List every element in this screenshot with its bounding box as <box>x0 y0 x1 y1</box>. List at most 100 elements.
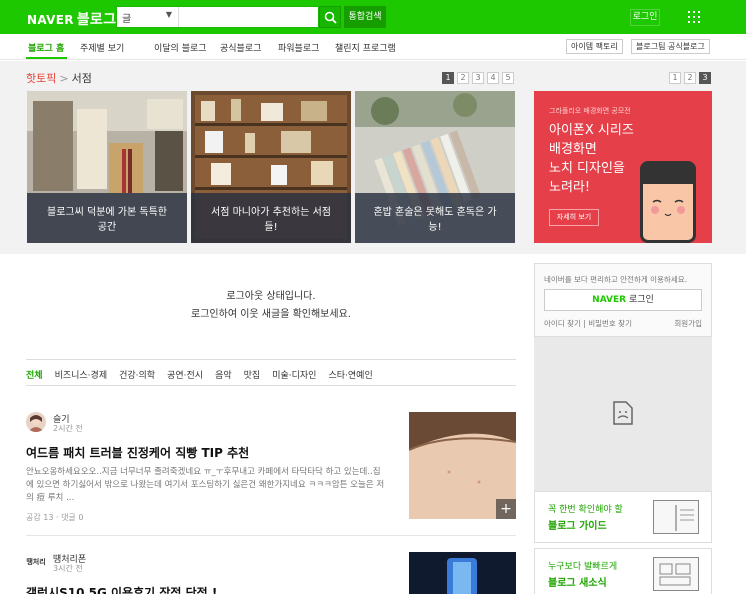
active-tab-indicator <box>26 57 67 59</box>
find-password-link[interactable]: 비밀번호 찾기 <box>588 319 632 328</box>
category-music[interactable]: 음악 <box>215 371 232 381</box>
card-caption: 혼밥 혼술은 못해도 혼독은 가능! <box>355 193 515 243</box>
page-1[interactable]: 1 <box>442 72 454 84</box>
ad-headline: 아이폰X 시리즈 배경화면 노치 디자인을 노려라! <box>549 121 634 197</box>
login-description: 네이버를 보다 편리하고 안전하게 이용하세요. <box>544 275 688 284</box>
divider <box>26 535 516 536</box>
news-line-1: 누구보다 발빠르게 <box>548 562 618 572</box>
logo-blog: 블로그 <box>76 12 117 28</box>
hot-topic-label[interactable]: 핫토픽 <box>26 72 56 85</box>
ad-page-3[interactable]: 3 <box>699 72 711 84</box>
post-title[interactable]: 여드름 패치 트러블 진정케어 직빵 TIP 추천 <box>26 444 249 461</box>
post-excerpt[interactable]: 안뇨오옹하세요오오..지금 너무너무 졸려죽겠네요 ㅠ_ㅜ후무내고 카페에서 타… <box>26 466 386 505</box>
ad-line-3: 노치 디자인을 <box>549 161 625 176</box>
expand-plus-icon[interactable]: + <box>496 499 516 519</box>
search-box: 글 ▼ <box>116 6 319 28</box>
nav-power-blog[interactable]: 파워블로그 <box>278 41 319 54</box>
apps-grid-icon[interactable] <box>688 11 700 23</box>
post-thumbnail[interactable]: + <box>409 412 516 519</box>
avatar[interactable] <box>26 412 46 432</box>
news-grid-icon <box>659 563 691 586</box>
post-time: 2시간 전 <box>53 424 83 433</box>
guide-line-2: 블로그 가이드 <box>548 521 607 532</box>
item-factory-button[interactable]: 아이템 팩토리 <box>566 39 623 54</box>
blog-guide-banner[interactable]: 꼭 한번 확인해야 할 블로그 가이드 <box>534 491 712 543</box>
ad-page-2[interactable]: 2 <box>684 72 696 84</box>
post-meta: 공감 13 · 댓글 0 <box>26 513 84 522</box>
search-button[interactable] <box>319 6 341 28</box>
ad-page-1[interactable]: 1 <box>669 72 681 84</box>
hot-topic-card-3[interactable]: 혼밥 혼술은 못해도 혼독은 가능! <box>355 91 515 243</box>
hot-topic-pager: 1 2 3 4 5 <box>442 72 514 84</box>
page-5[interactable]: 5 <box>502 72 514 84</box>
divider <box>26 359 516 360</box>
ad-small-text: 그라폴리오 배경화면 공모전 <box>549 107 631 115</box>
nav-blog-of-month[interactable]: 이달의 블로그 <box>154 41 207 54</box>
sub-navigation: 블로그 홈 주제별 보기 이달의 블로그 공식블로그 파워블로그 챌린지 프로그… <box>0 34 746 60</box>
logout-line-2: 로그인하여 이웃 새글을 확인해보세요. <box>191 309 351 320</box>
nav-by-topic[interactable]: 주제별 보기 <box>80 41 124 54</box>
naver-login-button[interactable]: NAVER 로그인 <box>544 289 702 311</box>
card-caption: 서점 마니아가 추천하는 서점들! <box>191 193 351 243</box>
chevron-down-icon: ▼ <box>165 10 172 19</box>
nav-official-blog[interactable]: 공식블로그 <box>220 41 261 54</box>
post-time: 3시간 전 <box>53 564 83 573</box>
logout-message: 로그아웃 상태입니다. 로그인하여 이웃 새글을 확인해보세요. <box>26 288 516 324</box>
category-business[interactable]: 비즈니스·경제 <box>55 371 108 381</box>
page-2[interactable]: 2 <box>457 72 469 84</box>
divider <box>26 385 516 386</box>
search-icon <box>324 11 337 24</box>
logout-line-1: 로그아웃 상태입니다. <box>226 291 316 302</box>
phone-photo <box>409 552 516 594</box>
card-caption: 블로그씨 덕분에 가본 독특한 공간 <box>27 193 187 243</box>
category-star[interactable]: 스타·연예인 <box>328 371 372 381</box>
total-search-button[interactable]: 통합검색 <box>344 6 386 28</box>
avatar-image <box>26 412 46 432</box>
hot-topic-card-1[interactable]: 블로그씨 덕분에 가본 독특한 공간 <box>27 91 187 243</box>
top-header: NAVER 블로그 글 ▼ 통합검색 로그인 <box>0 0 746 34</box>
blog-news-banner[interactable]: 누구보다 발빠르게 블로그 새소식 <box>534 548 712 594</box>
hot-topic-title: 핫토픽 > 서점 <box>26 70 92 86</box>
nav-blog-home[interactable]: 블로그 홈 <box>28 41 64 54</box>
login-box: 네이버를 보다 편리하고 안전하게 이용하세요. NAVER 로그인 아이디 찾… <box>534 263 712 337</box>
search-type-select[interactable]: 글 ▼ <box>117 7 179 27</box>
ad-banner[interactable]: 그라폴리오 배경화면 공모전 아이폰X 시리즈 배경화면 노치 디자인을 노려라… <box>534 91 712 243</box>
hot-topic-subject: 서점 <box>71 72 92 85</box>
page-3[interactable]: 3 <box>472 72 484 84</box>
broken-image-placeholder <box>534 337 712 491</box>
nav-challenge-program[interactable]: 챌린지 프로그램 <box>335 41 396 54</box>
ad-line-4: 노려라! <box>549 180 591 195</box>
search-type-value: 글 <box>122 14 132 25</box>
naver-login-label: 로그인 <box>628 295 654 305</box>
account-links: 아이디 찾기 | 비밀번호 찾기 <box>544 319 632 328</box>
book-icon <box>653 500 699 534</box>
category-tabs: 전체 비즈니스·경제 건강·의학 공연·전시 음악 맛집 미술·디자인 스타·연예인 <box>26 368 385 381</box>
category-all[interactable]: 전체 <box>26 371 43 381</box>
phone-illustration <box>640 161 696 243</box>
join-link[interactable]: 회원가입 <box>674 318 702 329</box>
logo-naver: NAVER <box>27 13 74 27</box>
search-input[interactable] <box>180 7 318 27</box>
hot-topic-card-2[interactable]: 서점 마니아가 추천하는 서점들! <box>191 91 351 243</box>
open-book-icon <box>675 505 694 531</box>
post-thumbnail[interactable] <box>409 552 516 594</box>
page-4[interactable]: 4 <box>487 72 499 84</box>
naver-login-brand: NAVER <box>592 295 627 305</box>
category-art-design[interactable]: 미술·디자인 <box>272 371 316 381</box>
avatar[interactable]: 땡처리 <box>26 552 46 572</box>
blog-team-official-button[interactable]: 블로그팀 공식블로그 <box>631 39 710 54</box>
face-illustration <box>643 164 693 217</box>
ad-line-2: 배경화면 <box>549 142 597 157</box>
ad-pager: 1 2 3 <box>669 72 711 84</box>
post-title[interactable]: 갤럭시S10 5G 이용후기 장점 단점 ! <box>26 584 217 594</box>
category-health[interactable]: 건강·의학 <box>119 371 155 381</box>
guide-line-1: 꼭 한번 확인해야 할 <box>548 505 623 515</box>
naver-blog-logo[interactable]: NAVER 블로그 <box>27 9 116 29</box>
login-button[interactable]: 로그인 <box>630 9 660 26</box>
category-performance[interactable]: 공연·전시 <box>167 371 203 381</box>
news-line-2: 블로그 새소식 <box>548 578 607 589</box>
category-restaurant[interactable]: 맛집 <box>244 371 261 381</box>
ad-detail-button[interactable]: 자세히 보기 <box>549 209 599 226</box>
ad-line-1: 아이폰X 시리즈 <box>549 123 634 138</box>
find-id-link[interactable]: 아이디 찾기 <box>544 319 581 328</box>
